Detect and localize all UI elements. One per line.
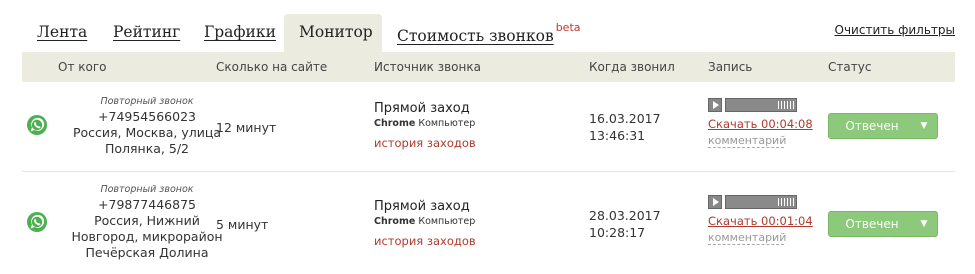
clear-filters-link[interactable]: Очистить фильтры [835, 23, 955, 37]
play-icon[interactable] [708, 98, 722, 112]
source-info: Прямой заход Chrome Компьютер история за… [374, 199, 476, 248]
recording: Скачать 00:01:04 комментарий [708, 195, 813, 245]
source-info: Прямой заход Chrome Компьютер история за… [374, 101, 476, 150]
volume-icon[interactable] [778, 198, 794, 206]
audio-player [708, 98, 813, 112]
col-status: Статус [828, 60, 872, 74]
table-header: От кого Сколько на сайте Источник звонка… [22, 52, 955, 82]
visit-history-link[interactable]: история заходов [374, 234, 476, 248]
caret-down-icon: ▼ [920, 121, 928, 131]
tab-monitor[interactable]: Монитор [284, 14, 382, 52]
time-on-site-value: 12 минут [216, 120, 277, 135]
tab-feed[interactable]: Лента [22, 14, 102, 52]
status-cell: Отвечен ▼ [828, 211, 938, 237]
source-browser: Chrome Компьютер [374, 118, 476, 129]
col-from: От кого [58, 60, 107, 74]
whatsapp-icon [27, 212, 47, 232]
col-time-on-site: Сколько на сайте [216, 60, 328, 74]
call-datetime: 16.03.2017 13:46:31 [589, 110, 661, 144]
status-dropdown[interactable]: Отвечен ▼ [828, 113, 938, 139]
table-row: Повторный звонок +74954566023 Россия, Мо… [22, 85, 955, 172]
visit-history-link[interactable]: история заходов [374, 136, 476, 150]
tab-call-cost[interactable]: Стоимость звонков beta [382, 14, 596, 52]
recording: Скачать 00:04:08 комментарий [708, 98, 813, 148]
col-source: Источник звонка [374, 60, 481, 74]
beta-badge: beta [555, 21, 581, 34]
whatsapp-icon [27, 115, 47, 135]
play-icon[interactable] [708, 195, 722, 209]
source-browser: Chrome Компьютер [374, 216, 476, 227]
status-cell: Отвечен ▼ [828, 113, 938, 139]
volume-icon[interactable] [778, 101, 794, 109]
call-date: 16.03.2017 [589, 111, 661, 126]
audio-track[interactable] [725, 195, 797, 209]
source-title: Прямой заход [374, 199, 470, 214]
repeat-call-label: Повторный звонок [100, 184, 194, 195]
table-row: Повторный звонок +79877446875 Россия, Ни… [22, 173, 955, 260]
caller-phone: +74954566023 [98, 109, 196, 124]
comment-link[interactable]: комментарий [708, 134, 786, 148]
caller-location: Россия, Нижний Новгород, микрорайон Печё… [71, 213, 223, 260]
call-date: 28.03.2017 [589, 208, 661, 223]
col-record: Запись [708, 60, 753, 74]
audio-player [708, 195, 813, 209]
time-on-site-value: 5 минут [216, 217, 269, 232]
download-recording-link[interactable]: Скачать 00:04:08 [708, 117, 813, 131]
caret-down-icon: ▼ [920, 219, 928, 229]
source-title: Прямой заход [374, 101, 470, 116]
call-datetime: 28.03.2017 10:28:17 [589, 207, 661, 241]
caller-info: Повторный звонок +79877446875 Россия, Ни… [62, 183, 232, 261]
audio-track[interactable] [725, 98, 797, 112]
repeat-call-label: Повторный звонок [100, 96, 194, 107]
caller-phone: +79877446875 [98, 197, 196, 212]
caller-info: Повторный звонок +74954566023 Россия, Мо… [62, 95, 232, 157]
tab-rating[interactable]: Рейтинг [98, 14, 195, 52]
status-dropdown[interactable]: Отвечен ▼ [828, 211, 938, 237]
tab-charts[interactable]: Графики [189, 14, 291, 52]
status-label: Отвечен [845, 119, 899, 133]
caller-location: Россия, Москва, улица Полянка, 5/2 [72, 125, 222, 156]
download-recording-link[interactable]: Скачать 00:01:04 [708, 214, 813, 228]
status-label: Отвечен [845, 217, 899, 231]
comment-link[interactable]: комментарий [708, 231, 786, 245]
call-time: 13:46:31 [589, 128, 646, 143]
tab-bar: Лента Рейтинг Графики Монитор Стоимость … [22, 14, 955, 52]
call-time: 10:28:17 [589, 225, 646, 240]
col-when: Когда звонил [589, 60, 675, 74]
